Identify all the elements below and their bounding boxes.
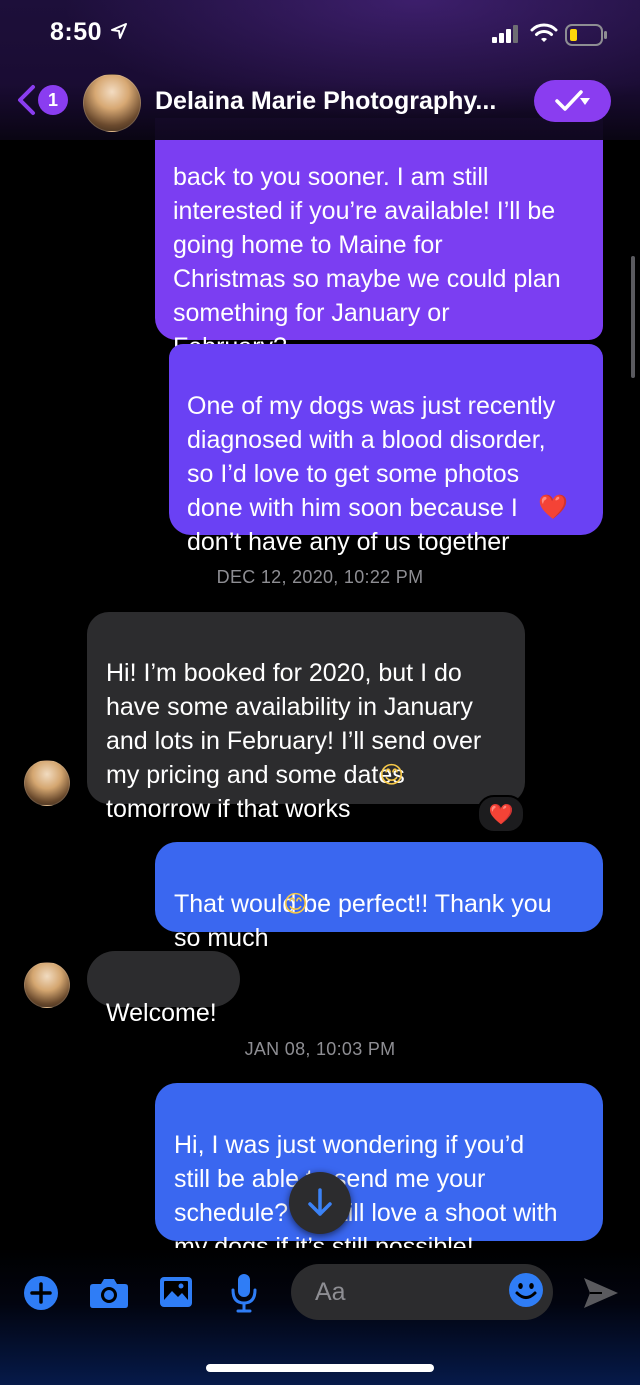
gallery-icon[interactable] <box>159 1276 193 1308</box>
heart-reaction[interactable]: ❤️ <box>477 795 525 833</box>
scroll-to-bottom-button[interactable] <box>289 1172 351 1234</box>
outgoing-message-bubble[interactable]: Hi, I was just wondering if you’d still … <box>155 1083 603 1261</box>
wifi-icon <box>530 23 558 42</box>
status-time: 8:50 <box>50 18 103 46</box>
outgoing-message-bubble[interactable]: back to you sooner. I am still intereste… <box>155 118 603 361</box>
chevron-left-icon <box>18 85 35 115</box>
smiling-face-emoji: 😊 <box>379 761 405 789</box>
smiling-face-emoji: 😊 <box>283 890 309 918</box>
battery-icon <box>565 24 607 46</box>
messenger-screen: 8:50 1 Delaina Marie Photography... back… <box>0 0 640 1385</box>
conversation-header: 1 Delaina Marie Photography... <box>0 70 640 136</box>
cellular-signal-icon <box>492 25 518 43</box>
location-arrow-icon <box>111 23 127 39</box>
home-indicator <box>206 1364 434 1372</box>
incoming-message-bubble[interactable]: Hi! I’m booked for 2020, but I do have s… <box>87 612 525 823</box>
unread-count-badge: 1 <box>38 85 68 115</box>
message-timestamp: DEC 12, 2020, 10:22 PM <box>216 567 424 587</box>
contact-avatar-small[interactable] <box>24 962 70 1008</box>
checkmark-icon <box>555 90 583 111</box>
caret-down-icon <box>580 98 590 105</box>
message-timestamp: JAN 08, 10:03 PM <box>244 1039 396 1059</box>
heart-emoji: ❤️ <box>538 493 568 521</box>
outgoing-message-bubble[interactable]: That would be perfect!! Thank you so muc… <box>155 842 603 952</box>
message-text: One of my dogs was just recently diagnos… <box>187 392 556 556</box>
arrow-down-icon <box>308 1188 332 1216</box>
incoming-message-bubble[interactable]: Welcome! <box>87 951 240 1027</box>
contact-avatar-small[interactable] <box>24 760 70 806</box>
contact-name[interactable]: Delaina Marie Photography... <box>155 87 496 116</box>
message-text: Hi! I’m booked for 2020, but I do have s… <box>106 659 482 823</box>
message-text: Welcome! <box>106 999 217 1027</box>
send-icon[interactable] <box>582 1276 620 1310</box>
emoji-icon[interactable] <box>508 1272 544 1308</box>
camera-icon[interactable] <box>89 1277 129 1309</box>
message-text: Hi, I was just wondering if you’d still … <box>174 1131 558 1261</box>
scroll-indicator[interactable] <box>631 256 635 378</box>
outgoing-message-bubble[interactable]: One of my dogs was just recently diagnos… <box>169 344 603 556</box>
message-input-placeholder: Aa <box>315 1278 346 1306</box>
back-button[interactable]: 1 <box>16 84 70 118</box>
status-bar: 8:50 <box>0 0 640 70</box>
message-options-button[interactable] <box>534 80 611 122</box>
heart-reaction-emoji: ❤️ <box>488 802 514 826</box>
plus-icon[interactable] <box>23 1275 59 1311</box>
contact-avatar[interactable] <box>83 74 141 132</box>
message-text: back to you sooner. I am still intereste… <box>173 163 561 361</box>
microphone-icon[interactable] <box>230 1273 258 1313</box>
message-text: That would be perfect!! Thank you so muc… <box>174 890 552 952</box>
